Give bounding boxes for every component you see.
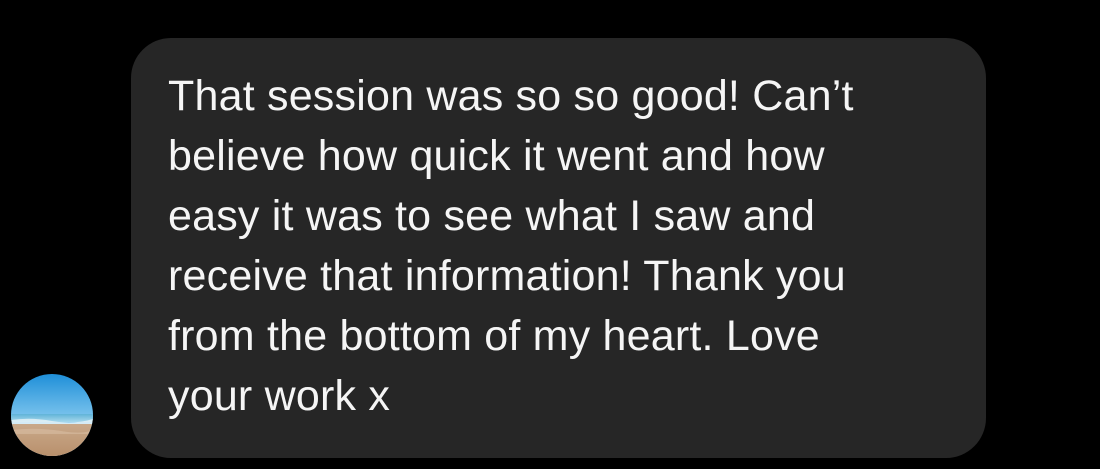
message-thread: That session was so so good! Can’t belie… [0, 0, 1100, 469]
message-line: your work x [168, 372, 391, 420]
message-line: from the bottom of my heart. Love [168, 312, 820, 360]
message-line: believe how quick it went and how [168, 132, 825, 180]
sender-avatar[interactable] [11, 374, 93, 456]
message-line: receive that information! Thank you [168, 252, 846, 300]
message-line: That session was so so good! Can’t [168, 72, 854, 120]
message-line: easy it was to see what I saw and [168, 192, 816, 240]
beach-photo-icon [11, 374, 93, 456]
message-text: That session was so so good! Can’t belie… [168, 66, 968, 426]
